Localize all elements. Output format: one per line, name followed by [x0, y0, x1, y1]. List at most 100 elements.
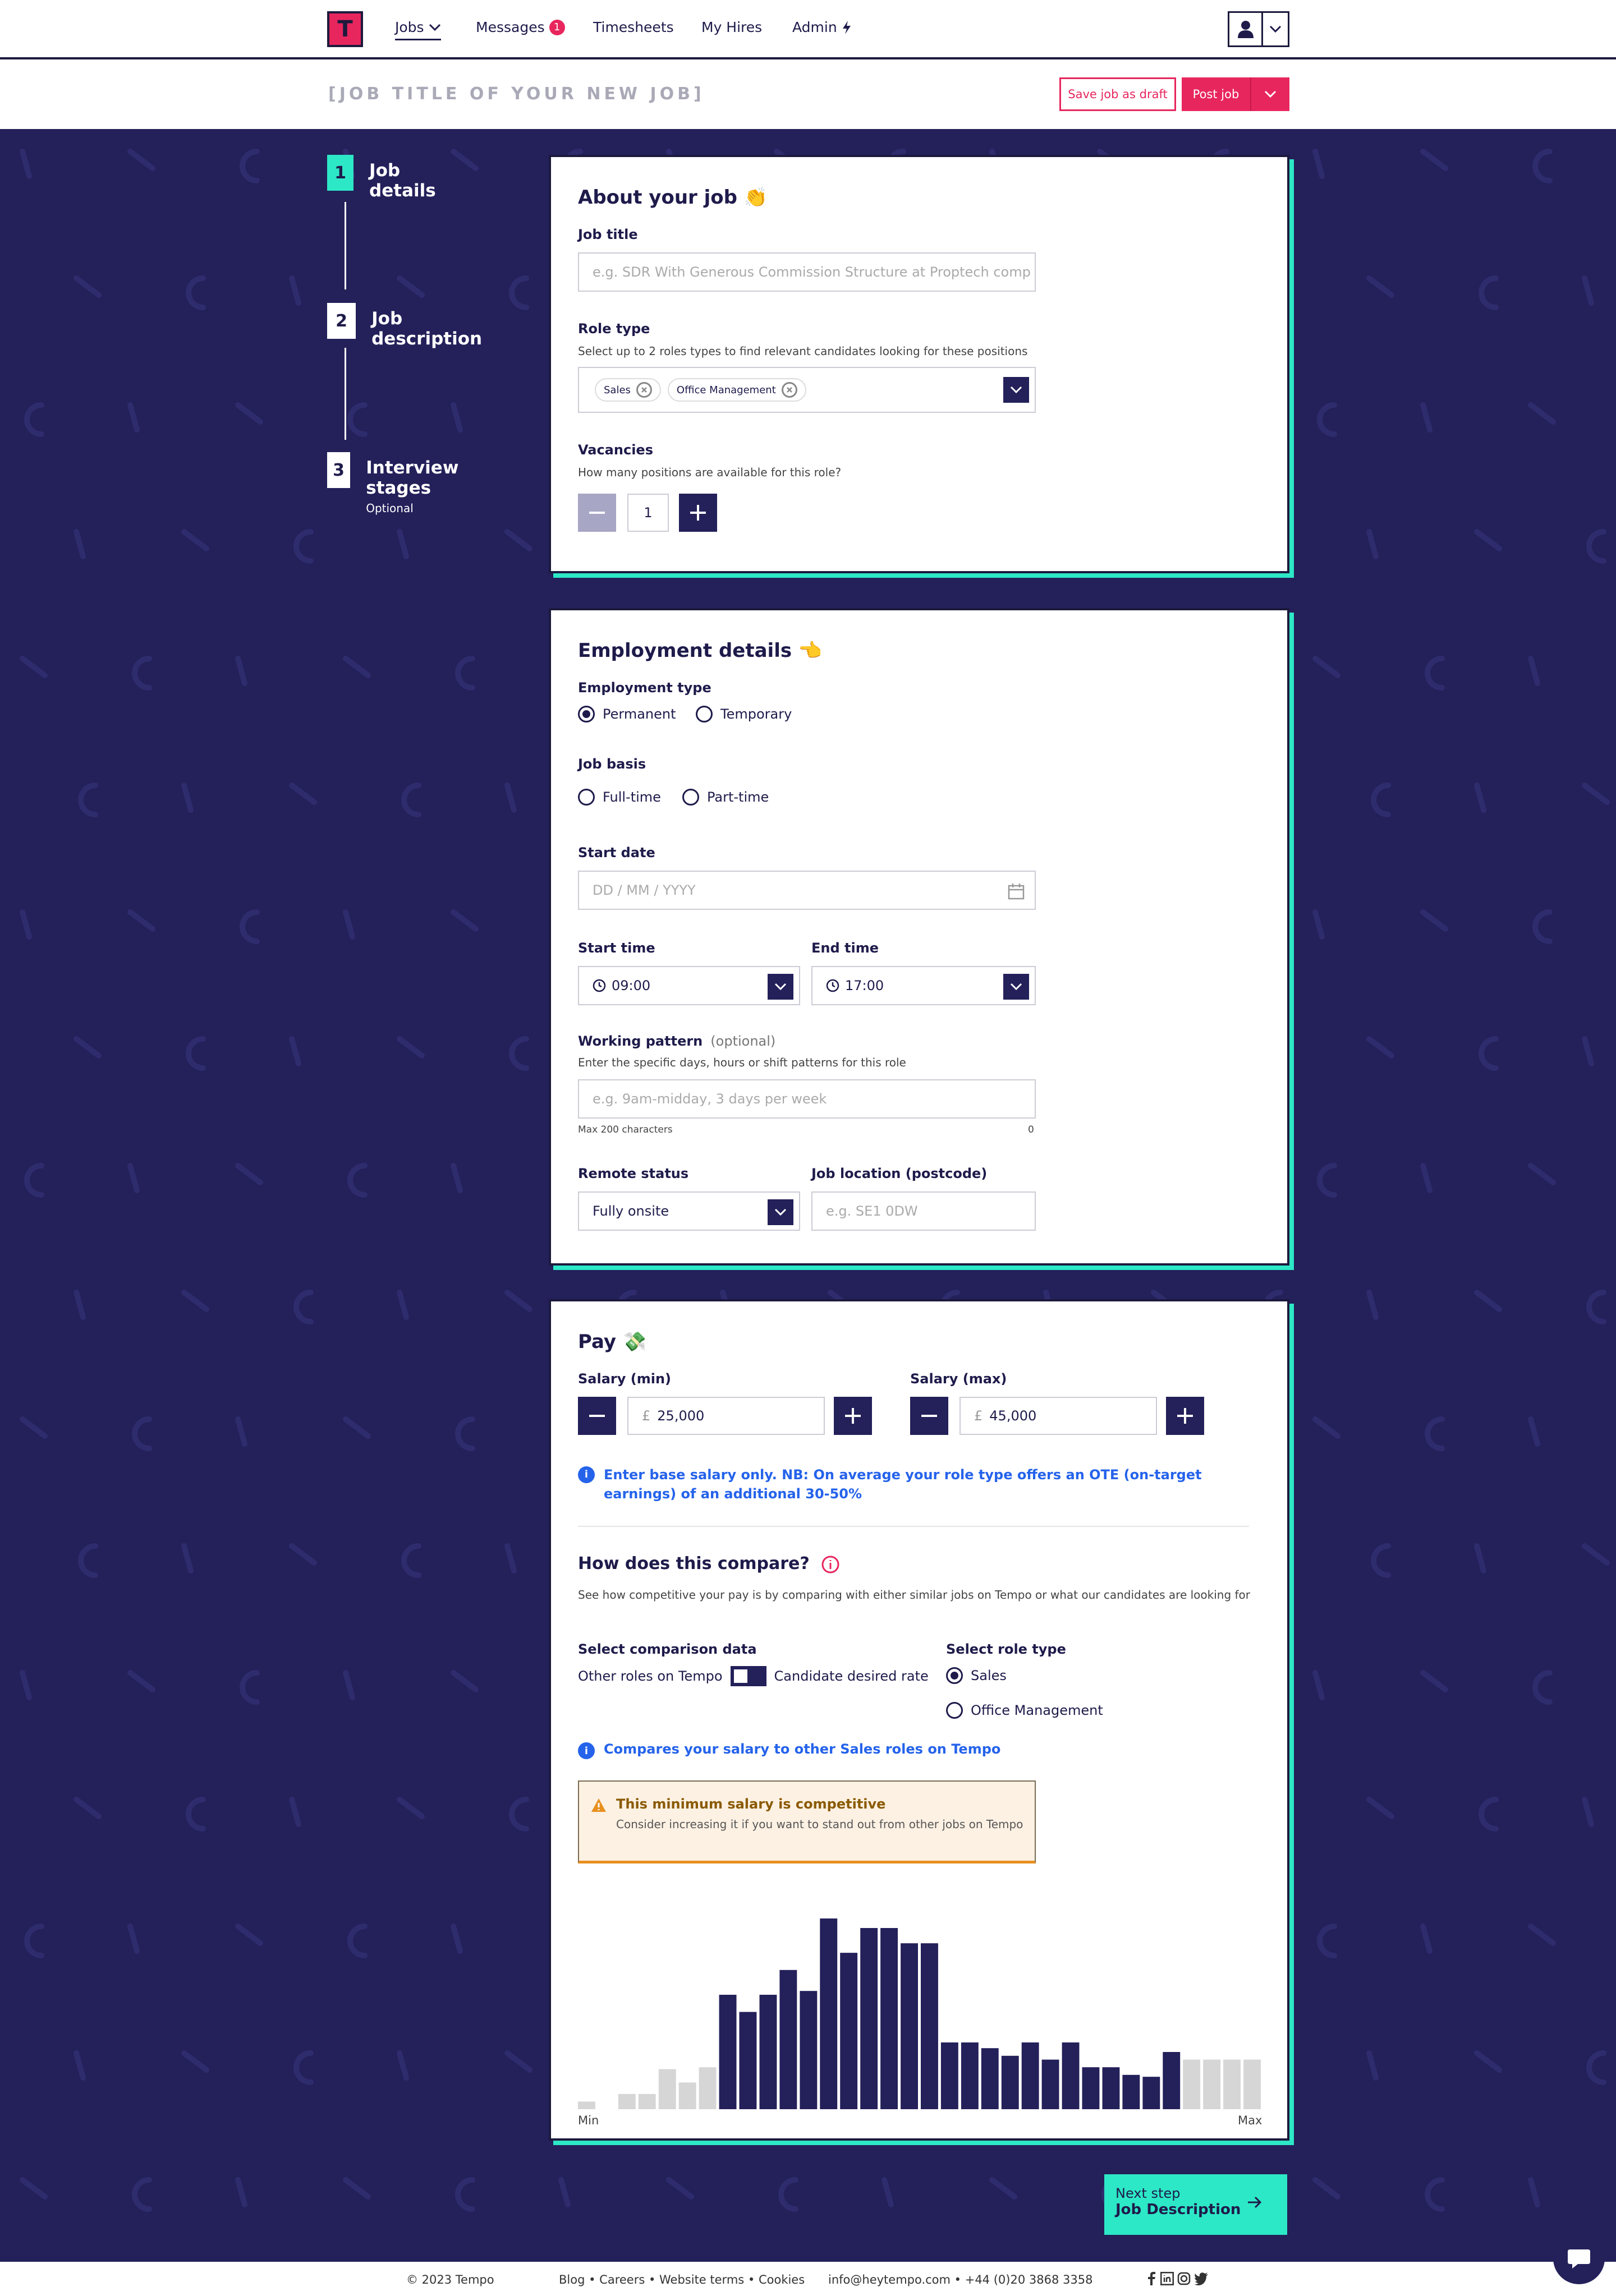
end-time-select[interactable]: 17:00	[811, 966, 1036, 1005]
radio-button[interactable]	[696, 706, 713, 723]
step-job-description[interactable]: 2 Job description	[327, 303, 489, 349]
chart-bar	[1102, 2067, 1120, 2109]
radio-part-time[interactable]: Part-time	[682, 789, 769, 806]
pattern-stroke	[343, 1416, 371, 1439]
pattern-stroke	[132, 2177, 152, 2212]
pattern-stroke	[289, 783, 317, 805]
info-circle-icon[interactable]	[821, 1555, 840, 1574]
salary-max-decrement-button[interactable]	[910, 1397, 948, 1435]
vacancies-input[interactable]: 1	[627, 494, 669, 532]
pattern-stroke	[343, 1670, 355, 1700]
comparison-toggle[interactable]	[730, 1666, 766, 1686]
role-tag[interactable]: Office Management	[667, 378, 806, 402]
pattern-stroke	[1479, 275, 1499, 310]
calendar-icon[interactable]	[1008, 883, 1025, 900]
radio-button[interactable]	[682, 789, 699, 806]
salary-max-input[interactable]: £45,000	[960, 1397, 1157, 1435]
working-pattern-label: Working pattern (optional)	[578, 1033, 776, 1049]
pattern-stroke	[1586, 2050, 1606, 2085]
pattern-stroke	[1366, 1290, 1379, 1320]
radio-full-time[interactable]: Full-time	[578, 789, 661, 806]
pattern-stroke	[1312, 1416, 1340, 1439]
twitter-icon[interactable]	[1194, 2272, 1209, 2285]
pattern-stroke	[397, 1036, 425, 1059]
facebook-icon[interactable]	[1146, 2272, 1157, 2285]
next-step-button[interactable]: Next step Job Description	[1104, 2174, 1287, 2235]
user-menu[interactable]	[1228, 11, 1289, 47]
pattern-stroke	[1425, 2177, 1445, 2212]
step-interview-stages[interactable]: 3 Interview stages Optional	[327, 452, 471, 515]
chat-widget-button[interactable]	[1553, 2233, 1605, 2284]
close-icon[interactable]	[636, 382, 652, 398]
radio-button[interactable]	[946, 1702, 963, 1719]
tempo-logo[interactable]: T	[327, 11, 363, 47]
step-job-details[interactable]: 1 Job details	[327, 155, 446, 201]
post-job-button[interactable]: Post job	[1182, 77, 1289, 111]
chart-bar	[699, 2067, 717, 2109]
remote-status-label: Remote status	[578, 1166, 689, 1181]
pattern-stroke	[235, 1924, 263, 1946]
vacancies-increment-button[interactable]	[679, 494, 717, 532]
pattern-stroke	[1317, 1163, 1337, 1198]
salary-min-decrement-button[interactable]	[578, 1397, 616, 1435]
pattern-stroke	[127, 149, 155, 171]
vacancies-label: Vacancies	[578, 442, 653, 458]
radio-sales[interactable]: Sales	[946, 1667, 1007, 1684]
radio-button[interactable]	[946, 1667, 963, 1684]
radio-permanent[interactable]: Permanent	[578, 706, 676, 723]
nav-messages[interactable]: Messages 1	[476, 19, 565, 35]
pattern-stroke	[20, 149, 32, 179]
chat-bubble-icon	[1568, 2249, 1590, 2269]
start-time-select[interactable]: 09:00	[578, 966, 800, 1005]
pattern-stroke	[181, 783, 194, 813]
chart-bar	[860, 1928, 878, 2109]
job-location-input[interactable]: e.g. SE1 0DW	[811, 1191, 1036, 1231]
radio-temporary[interactable]: Temporary	[696, 706, 792, 723]
remote-status-select[interactable]: Fully onsite	[578, 1191, 800, 1231]
pattern-stroke	[78, 1543, 98, 1578]
footer-copyright: © 2023 Tempo	[406, 2273, 494, 2286]
role-tag[interactable]: Sales	[595, 378, 661, 402]
vacancies-decrement-button[interactable]	[578, 494, 616, 532]
close-icon[interactable]	[781, 382, 797, 398]
pattern-stroke	[235, 402, 263, 425]
nav-my-hires[interactable]: My Hires	[701, 19, 762, 35]
salary-min-increment-button[interactable]	[834, 1397, 872, 1435]
compare-heading: How does this compare?	[578, 1554, 840, 1574]
job-title-input[interactable]: e.g. SDR With Generous Commission Struct…	[578, 252, 1036, 292]
salary-max-increment-button[interactable]	[1166, 1397, 1204, 1435]
salary-min-input[interactable]: £25,000	[627, 1397, 825, 1435]
footer-contact[interactable]: info@heytempo.com • +44 (0)20 3868 3358	[828, 2273, 1092, 2286]
working-pattern-input[interactable]: e.g. 9am-midday, 3 days per week	[578, 1079, 1036, 1119]
dropdown-button[interactable]	[768, 1199, 793, 1225]
role-type-select[interactable]: Sales Office Management	[578, 367, 1036, 413]
pattern-stroke	[1420, 1924, 1433, 1954]
pattern-stroke	[186, 1797, 206, 1832]
pattern-stroke	[78, 783, 98, 817]
about-job-card: About your job 👏 Job title e.g. SDR With…	[549, 155, 1289, 573]
pattern-stroke	[1420, 402, 1433, 432]
pattern-stroke	[24, 402, 44, 437]
dropdown-button[interactable]	[1003, 377, 1029, 403]
save-draft-button[interactable]: Save job as draft	[1059, 77, 1176, 111]
chart-bar	[1163, 2052, 1181, 2109]
footer-links[interactable]: Blog • Careers • Website terms • Cookies	[559, 2273, 805, 2286]
pattern-stroke	[1420, 1163, 1433, 1193]
linkedin-icon[interactable]	[1160, 2272, 1174, 2285]
nav-admin[interactable]: Admin	[792, 19, 852, 35]
radio-button[interactable]	[578, 706, 595, 723]
instagram-icon[interactable]	[1177, 2272, 1191, 2285]
nav-timesheets[interactable]: Timesheets	[593, 19, 674, 35]
radio-button[interactable]	[578, 789, 595, 806]
arrow-right-icon	[1248, 2196, 1262, 2208]
top-navigation: T Jobs Messages 1 Timesheets My Hires Ad…	[0, 0, 1616, 59]
start-date-input[interactable]: DD / MM / YYYY	[578, 871, 1036, 910]
dropdown-button[interactable]	[768, 974, 793, 1000]
pattern-stroke	[293, 2050, 314, 2085]
dropdown-button[interactable]	[1003, 974, 1029, 1000]
pattern-stroke	[504, 783, 517, 813]
role-type-select-label: Select role type	[946, 1641, 1066, 1657]
footer: © 2023 Tempo Blog • Careers • Website te…	[0, 2262, 1616, 2296]
radio-office-management[interactable]: Office Management	[946, 1702, 1103, 1719]
nav-jobs[interactable]: Jobs	[395, 19, 441, 40]
